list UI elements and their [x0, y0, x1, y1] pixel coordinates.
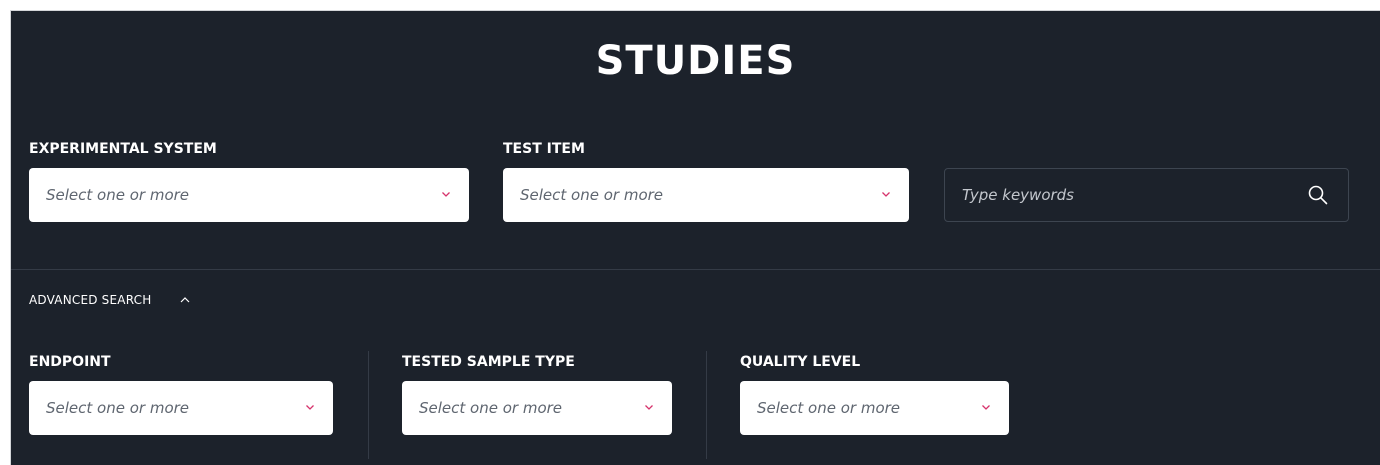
quality-level-placeholder: Select one or more — [757, 399, 901, 417]
advanced-search-label: ADVANCED SEARCH — [29, 293, 152, 307]
quality-level-label: QUALITY LEVEL — [740, 354, 861, 370]
test-item-select[interactable]: Select one or more — [503, 168, 909, 222]
test-item-label: TEST ITEM — [503, 141, 585, 157]
keyword-search-input[interactable] — [962, 169, 1292, 221]
test-item-placeholder: Select one or more — [520, 186, 664, 204]
experimental-system-select[interactable]: Select one or more — [29, 168, 469, 222]
page-title: STUDIES — [595, 38, 796, 84]
endpoint-label: ENDPOINT — [29, 354, 111, 370]
quality-level-select[interactable]: Select one or more — [740, 381, 1009, 435]
chevron-down-icon — [442, 192, 450, 197]
experimental-system-placeholder: Select one or more — [46, 186, 190, 204]
studies-panel: STUDIES EXPERIMENTAL SYSTEM Select one o… — [10, 10, 1380, 465]
endpoint-select[interactable]: Select one or more — [29, 381, 333, 435]
tested-sample-type-label: TESTED SAMPLE TYPE — [402, 354, 575, 370]
tested-sample-type-select[interactable]: Select one or more — [402, 381, 672, 435]
search-icon[interactable] — [1306, 183, 1330, 207]
chevron-up-icon — [181, 297, 190, 303]
keyword-search-box — [944, 168, 1349, 222]
endpoint-placeholder: Select one or more — [46, 399, 190, 417]
column-divider — [706, 351, 707, 459]
advanced-search-toggle[interactable]: ADVANCED SEARCH — [29, 289, 191, 311]
column-divider — [368, 351, 369, 459]
chevron-down-icon — [982, 405, 990, 410]
tested-sample-type-placeholder: Select one or more — [419, 399, 563, 417]
chevron-down-icon — [306, 405, 314, 410]
experimental-system-label: EXPERIMENTAL SYSTEM — [29, 141, 217, 157]
chevron-down-icon — [645, 405, 653, 410]
section-divider — [11, 269, 1380, 270]
chevron-down-icon — [882, 192, 890, 197]
page-frame: STUDIES EXPERIMENTAL SYSTEM Select one o… — [0, 0, 1380, 465]
